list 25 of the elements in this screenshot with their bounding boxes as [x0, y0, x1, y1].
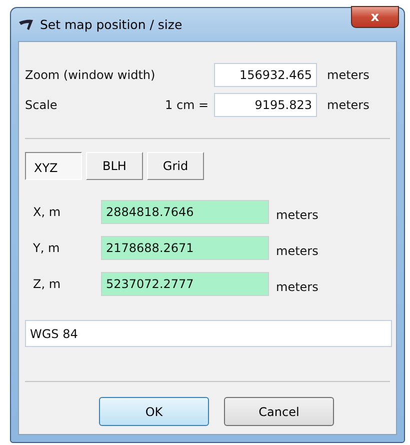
unit-label: meters: [327, 68, 370, 82]
tab[interactable]: BLH: [86, 152, 143, 180]
tab[interactable]: Grid: [147, 152, 204, 180]
datum-field[interactable]: WGS 84: [25, 320, 392, 347]
logo-icon: [18, 18, 34, 30]
scale-prefix: 1 cm =: [165, 98, 210, 112]
scale-field[interactable]: 9195.823: [214, 93, 317, 117]
unit-label: meters: [276, 244, 318, 258]
coordinate-field[interactable]: 2884818.7646: [101, 200, 269, 224]
tab[interactable]: XYZ: [25, 152, 82, 180]
zoom-label: Zoom (window width): [25, 68, 156, 82]
unit-label: meters: [327, 98, 370, 112]
dialog-button[interactable]: Cancel: [224, 397, 334, 426]
coordinate-field[interactable]: 2178688.2671: [101, 236, 269, 260]
zoom-field[interactable]: 156932.465: [214, 63, 317, 87]
coordinate-field[interactable]: 5237072.2777: [101, 272, 269, 296]
unit-label: meters: [276, 280, 318, 294]
unit-label: meters: [276, 208, 318, 222]
window-title: Set map position / size: [40, 17, 182, 32]
close-button[interactable]: x: [351, 6, 399, 28]
dialog-button[interactable]: OK: [99, 397, 209, 426]
coordinate-label: Y, m: [33, 241, 61, 255]
coordinate-label: X, m: [33, 205, 62, 219]
coordinate-label: Z, m: [33, 277, 62, 291]
scale-label: Scale: [25, 98, 58, 112]
